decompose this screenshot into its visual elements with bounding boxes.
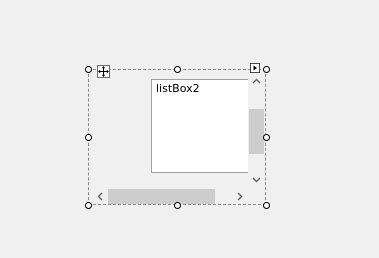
resize-handle-bottom-center[interactable] [174, 202, 181, 209]
smart-tag-button[interactable] [250, 63, 260, 73]
resize-handle-top-center[interactable] [174, 66, 181, 73]
smart-tag-arrow-icon [253, 65, 257, 71]
resize-handle-top-left[interactable] [85, 66, 92, 73]
designer-surface: listBox2 [0, 0, 379, 258]
move-arrows-icon [98, 66, 109, 77]
resize-handle-middle-right[interactable] [263, 134, 270, 141]
resize-handle-top-right[interactable] [263, 66, 270, 73]
resize-handle-bottom-left[interactable] [85, 202, 92, 209]
selection-frame [88, 69, 266, 205]
resize-handle-bottom-right[interactable] [263, 202, 270, 209]
move-handle[interactable] [97, 65, 110, 78]
resize-handle-middle-left[interactable] [85, 134, 92, 141]
